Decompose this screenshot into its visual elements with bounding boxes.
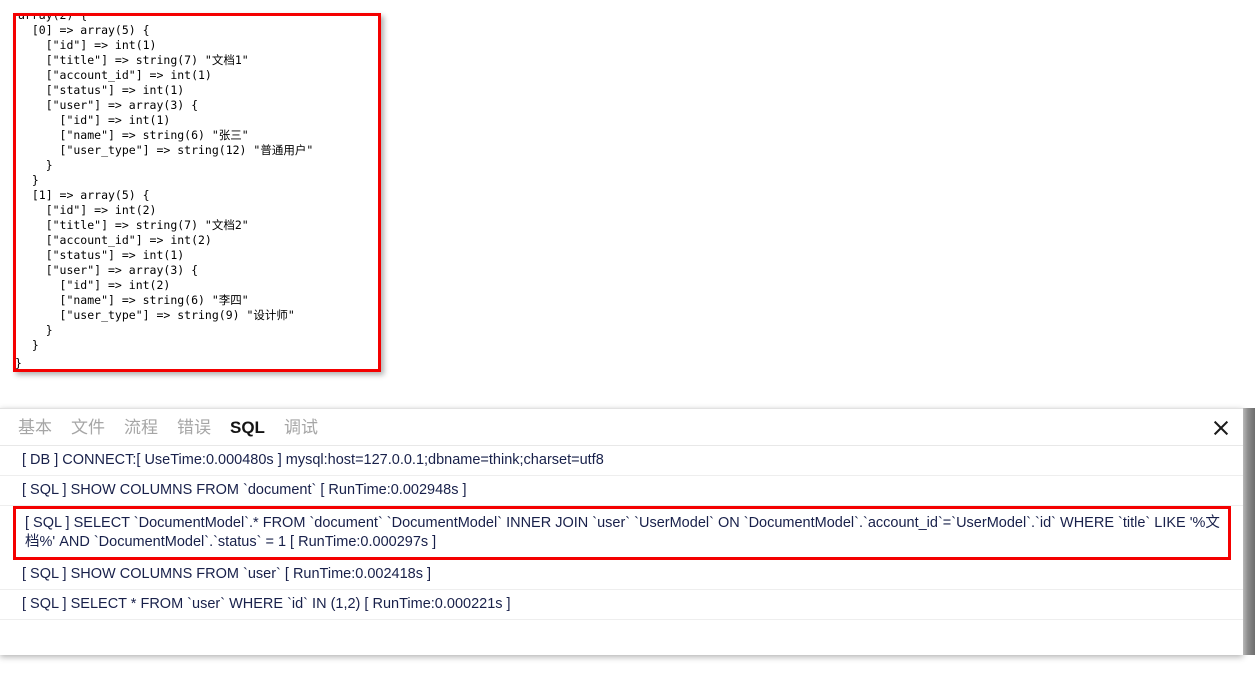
- tab-file[interactable]: 文件: [71, 419, 105, 436]
- log-row-highlighted: [ SQL ] SELECT `DocumentModel`.* FROM `d…: [13, 506, 1231, 560]
- vardump-region: array(2) { [0] => array(5) { ["id"] => i…: [0, 0, 1255, 390]
- log-row: [ SQL ] SHOW COLUMNS FROM `document` [ R…: [0, 476, 1243, 506]
- tab-error[interactable]: 错误: [177, 419, 211, 436]
- tab-flow[interactable]: 流程: [124, 419, 158, 436]
- panel-scrollbar[interactable]: [1243, 408, 1255, 655]
- vardump-text: array(2) { [0] => array(5) { ["id"] => i…: [18, 13, 314, 352]
- close-icon[interactable]: [1212, 419, 1230, 437]
- trace-panel: 基本 文件 流程 错误 SQL 调试 [ DB ] CONNECT:[ UseT…: [0, 408, 1243, 655]
- trace-log-list: [ DB ] CONNECT:[ UseTime:0.000480s ] mys…: [0, 446, 1243, 675]
- vardump-highlight-box: array(2) { [0] => array(5) { ["id"] => i…: [13, 13, 381, 372]
- tab-basic[interactable]: 基本: [18, 419, 52, 436]
- tab-debug[interactable]: 调试: [284, 419, 318, 436]
- log-row: [ DB ] CONNECT:[ UseTime:0.000480s ] mys…: [0, 446, 1243, 476]
- trace-tab-bar: 基本 文件 流程 错误 SQL 调试: [0, 409, 1243, 446]
- log-row: [ SQL ] SHOW COLUMNS FROM `user` [ RunTi…: [0, 560, 1243, 590]
- vardump-closing-brace: }: [15, 356, 22, 370]
- log-row: [ SQL ] SELECT * FROM `user` WHERE `id` …: [0, 590, 1243, 620]
- tab-sql[interactable]: SQL: [230, 419, 265, 436]
